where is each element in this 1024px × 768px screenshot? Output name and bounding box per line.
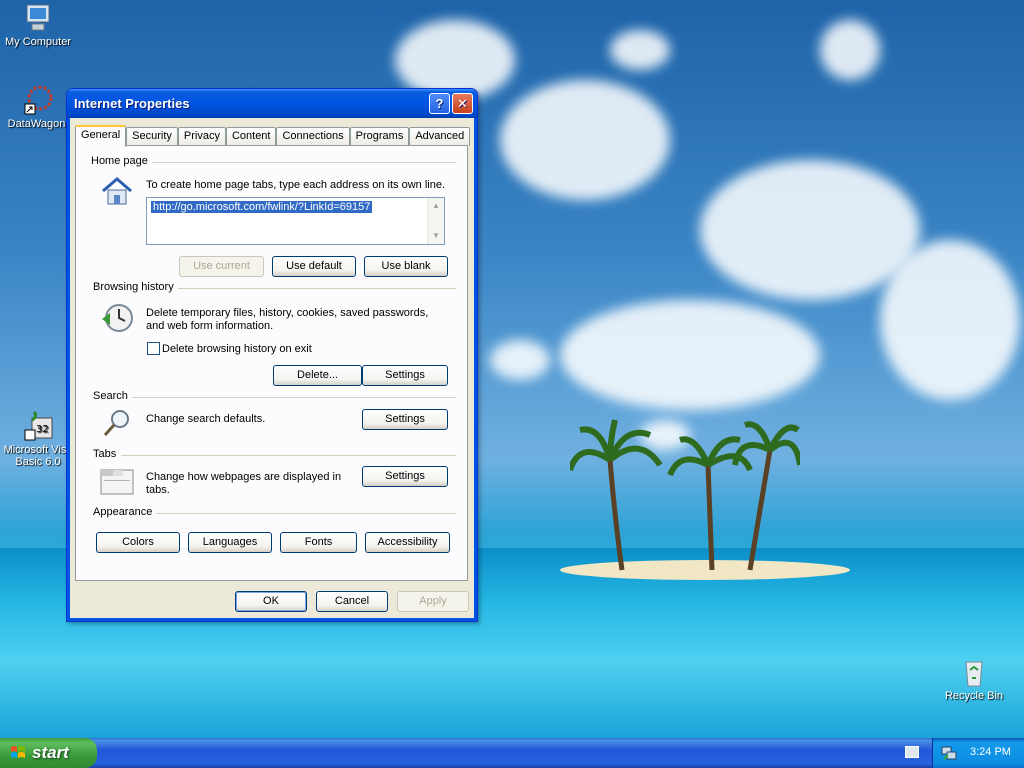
cancel-button[interactable]: Cancel <box>316 591 388 612</box>
home-page-group-label: Home page <box>91 155 152 167</box>
delete-button[interactable]: Delete... <box>273 365 362 386</box>
internet-properties-dialog: Internet Properties ? ✕ General Security… <box>66 88 478 622</box>
visual-basic-icon: 32 <box>22 410 54 442</box>
tab-connections[interactable]: Connections <box>276 127 350 146</box>
appearance-group-label: Appearance <box>93 506 157 518</box>
computer-icon <box>22 2 54 34</box>
tab-programs[interactable]: Programs <box>349 127 410 146</box>
use-blank-button[interactable]: Use blank <box>364 256 448 277</box>
scroll-down-arrow-icon[interactable]: ▼ <box>429 229 443 243</box>
history-clock-icon <box>100 301 134 338</box>
close-button[interactable]: ✕ <box>452 93 473 114</box>
url-scrollbar[interactable]: ▲ ▼ <box>427 198 444 244</box>
scroll-up-arrow-icon[interactable]: ▲ <box>429 199 443 213</box>
history-settings-button[interactable]: Settings <box>362 365 448 386</box>
ok-button[interactable]: OK <box>235 591 307 612</box>
tab-advanced[interactable]: Advanced <box>409 127 471 146</box>
desktop-icon-my-computer[interactable]: My Computer <box>0 2 78 48</box>
desktop-icon-label: DataWagon. <box>7 118 69 130</box>
group-divider <box>121 455 456 456</box>
desktop-icon-recycle-bin[interactable]: Recycle Bin <box>934 656 1014 702</box>
general-tab-panel: Home page To create home page tabs, type… <box>75 145 468 581</box>
tabs-description: Change how webpages are displayed in tab… <box>146 471 342 496</box>
tab-content[interactable]: Content <box>225 127 277 146</box>
tab-security[interactable]: Security <box>126 127 178 146</box>
browsing-history-description: Delete temporary files, history, cookies… <box>146 307 429 332</box>
cloud <box>820 20 880 80</box>
home-page-url-field[interactable]: http://go.microsoft.com/fwlink/?LinkId=6… <box>146 197 445 245</box>
title-bar[interactable]: Internet Properties ? ✕ <box>67 89 477 118</box>
desktop-icon-label: Recycle Bin <box>944 690 1004 702</box>
home-icon <box>100 176 134 209</box>
delete-on-exit-checkbox[interactable] <box>147 342 160 355</box>
cloud <box>880 240 1020 400</box>
fonts-button[interactable]: Fonts <box>280 532 357 553</box>
help-button[interactable]: ? <box>429 93 450 114</box>
network-icon[interactable] <box>941 745 957 761</box>
tab-privacy[interactable]: Privacy <box>177 127 226 146</box>
clock[interactable]: 3:24 PM <box>970 746 1011 758</box>
cloud <box>490 340 550 380</box>
use-current-button[interactable]: Use current <box>179 256 264 277</box>
home-page-instruction: To create home page tabs, type each addr… <box>146 179 446 191</box>
cloud <box>610 30 670 70</box>
keyboard-icon[interactable] <box>905 746 919 758</box>
group-divider <box>176 288 456 289</box>
svg-text:32: 32 <box>36 424 49 435</box>
start-button[interactable]: start <box>0 738 97 768</box>
window-title: Internet Properties <box>74 96 190 111</box>
tabs-settings-button[interactable]: Settings <box>362 466 448 487</box>
browsing-history-group-label: Browsing history <box>93 281 178 293</box>
search-group-label: Search <box>93 390 132 402</box>
datawagon-icon <box>22 84 54 116</box>
taskbar: start 3:24 PM <box>0 738 1024 768</box>
tabs-window-icon <box>100 466 134 499</box>
palm-trees <box>570 419 800 571</box>
tab-strip: General Security Privacy Content Connect… <box>75 125 471 147</box>
tabs-group-label: Tabs <box>93 448 121 460</box>
cloud <box>700 160 920 300</box>
delete-on-exit-label[interactable]: Delete browsing history on exit <box>162 343 312 355</box>
use-default-button[interactable]: Use default <box>272 256 356 277</box>
desktop-icon-label: My Computer <box>4 36 72 48</box>
search-description: Change search defaults. <box>146 413 266 425</box>
apply-button[interactable]: Apply <box>397 591 469 612</box>
colors-button[interactable]: Colors <box>96 532 180 553</box>
cloud <box>500 80 670 200</box>
recycle-bin-icon <box>958 656 990 688</box>
tab-general[interactable]: General <box>75 125 127 147</box>
system-tray: 3:24 PM <box>932 738 1024 768</box>
group-divider <box>146 162 456 163</box>
desktop-icon-label: Microsoft Visu Basic 6.0 <box>3 444 73 468</box>
group-divider <box>156 513 456 514</box>
windows-logo-icon <box>11 746 25 758</box>
home-page-url-text: http://go.microsoft.com/fwlink/?LinkId=6… <box>151 201 373 213</box>
close-icon: ✕ <box>457 96 468 111</box>
accessibility-button[interactable]: Accessibility <box>365 532 450 553</box>
group-divider <box>132 397 456 398</box>
search-settings-button[interactable]: Settings <box>362 409 448 430</box>
help-icon: ? <box>435 96 444 111</box>
search-magnifier-icon <box>102 408 134 443</box>
languages-button[interactable]: Languages <box>188 532 272 553</box>
cloud <box>560 300 820 410</box>
start-label: start <box>32 743 69 762</box>
